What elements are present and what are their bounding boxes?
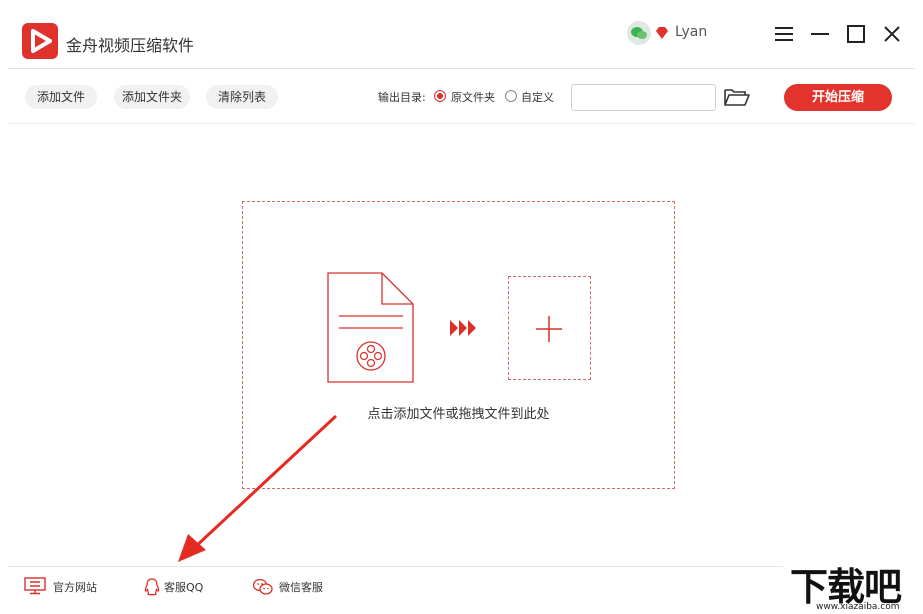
wechat-support-label[interactable]: 微信客服 — [279, 579, 323, 595]
wechat-support-link[interactable]: 微信客服 — [252, 577, 332, 597]
title-bar: 金舟视频压缩软件 Lyan — [0, 0, 923, 68]
wechat-login-icon[interactable] — [627, 21, 651, 45]
menu-icon[interactable] — [772, 22, 796, 46]
divider — [8, 566, 783, 567]
toolbar: 添加文件 添加文件夹 清除列表 输出目录: 原文件夹 自定义 开始压缩 — [0, 69, 923, 124]
qq-support-label[interactable]: 客服QQ — [164, 579, 203, 595]
divider — [8, 123, 915, 124]
qq-icon — [144, 578, 160, 596]
add-folder-button[interactable]: 添加文件夹 — [114, 85, 190, 109]
wechat-icon — [252, 578, 273, 595]
radio-original-folder[interactable] — [434, 90, 446, 102]
add-file-button[interactable]: 添加文件 — [25, 85, 97, 109]
app-logo-icon — [22, 23, 58, 59]
radio-original-folder-label[interactable]: 原文件夹 — [451, 89, 495, 105]
radio-custom-label[interactable]: 自定义 — [521, 89, 554, 105]
folder-open-icon[interactable] — [723, 86, 751, 108]
official-website-label[interactable]: 官方网站 — [53, 579, 97, 595]
minimize-icon[interactable] — [808, 22, 832, 46]
output-dir-label: 输出目录: — [378, 91, 426, 104]
start-compress-button[interactable]: 开始压缩 — [784, 84, 892, 111]
qq-support-link[interactable]: 客服QQ — [143, 577, 215, 597]
official-website-link[interactable]: 官方网站 — [24, 577, 104, 597]
footer: 官方网站 客服QQ 微信客服 — [0, 566, 923, 614]
app-title: 金舟视频压缩软件 — [66, 36, 195, 55]
plus-icon — [536, 316, 562, 342]
clear-list-button[interactable]: 清除列表 — [206, 85, 278, 109]
add-file-box[interactable] — [508, 276, 591, 380]
maximize-icon[interactable] — [844, 22, 868, 46]
video-file-icon — [327, 272, 414, 383]
vip-diamond-icon — [656, 27, 668, 39]
radio-custom[interactable] — [505, 90, 517, 102]
close-icon[interactable] — [880, 22, 904, 46]
fast-forward-icon — [450, 320, 476, 336]
output-path-input[interactable] — [571, 84, 716, 111]
watermark-url: www.xiazaiba.com — [816, 602, 900, 612]
user-name[interactable]: Lyan — [675, 24, 707, 40]
site-watermark: 下载吧 www.xiazaiba.com — [786, 556, 923, 614]
annotation-arrow-icon — [178, 414, 338, 562]
monitor-icon — [24, 577, 46, 595]
